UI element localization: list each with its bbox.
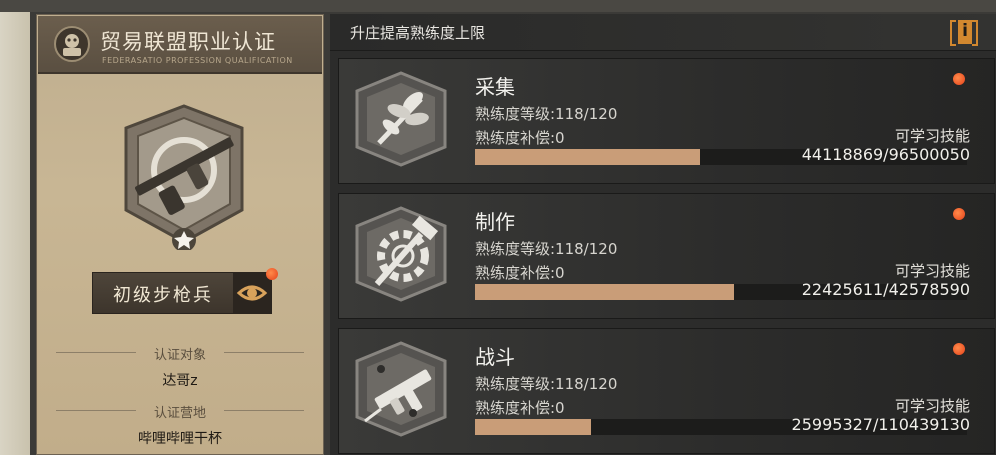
skill-name: 制作 <box>475 210 515 234</box>
learnable-skill-link[interactable]: 可学习技能 <box>895 260 970 281</box>
gear-hammer-icon <box>355 206 447 302</box>
skills-header: 升庄提高熟练度上限 i <box>330 14 996 51</box>
progress-text: 22425611/42578590 <box>801 280 970 299</box>
certification-header: 贸易联盟职业认证 FEDERASATIO PROFESSION QUALIFIC… <box>38 16 322 74</box>
skill-compensation: 熟练度补偿:0 <box>475 264 565 282</box>
info-button[interactable]: i <box>950 18 980 46</box>
camp-label: 认证营地 <box>153 406 206 421</box>
skills-panel: 升庄提高熟练度上限 i 采集 熟练度等级:118/120 熟练度补偿:0 可学习… <box>330 14 996 455</box>
camp-value: 哔哩哔哩干杯 <box>138 431 222 447</box>
submachine-gun-icon <box>355 341 447 437</box>
progress-text: 25995327/110439130 <box>791 415 970 434</box>
notification-dot <box>953 73 965 85</box>
notification-dot <box>266 268 278 280</box>
target-label: 认证对象 <box>153 348 206 363</box>
federation-logo-icon <box>54 26 90 62</box>
certification-subtitle: FEDERASATIO PROFESSION QUALIFICATION <box>102 56 293 65</box>
view-button[interactable] <box>233 273 271 313</box>
background-top <box>0 0 996 12</box>
bracket-left <box>950 20 956 46</box>
skill-compensation: 熟练度补偿:0 <box>475 399 565 417</box>
skill-card-crafting[interactable]: 制作 熟练度等级:118/120 熟练度补偿:0 可学习技能 22425611/… <box>338 193 995 319</box>
leaf-bundle-icon <box>355 71 447 167</box>
background-left <box>0 0 30 455</box>
eye-icon <box>236 285 268 301</box>
learnable-skill-link[interactable]: 可学习技能 <box>895 395 970 416</box>
target-value: 达哥z <box>162 373 198 389</box>
progress-fill <box>475 419 591 435</box>
rank-badge: 初级步枪兵 <box>92 272 272 314</box>
skill-card-combat[interactable]: 战斗 熟练度等级:118/120 熟练度补偿:0 可学习技能 25995327/… <box>338 328 995 454</box>
skill-compensation: 熟练度补偿:0 <box>475 129 565 147</box>
learnable-skill-link[interactable]: 可学习技能 <box>895 125 970 146</box>
skill-name: 战斗 <box>475 345 515 369</box>
rank-label: 初级步枪兵 <box>113 285 213 306</box>
skill-card-gathering[interactable]: 采集 熟练度等级:118/120 熟练度补偿:0 可学习技能 44118869/… <box>338 58 995 184</box>
certification-panel: 贸易联盟职业认证 FEDERASATIO PROFESSION QUALIFIC… <box>36 14 324 455</box>
skill-level: 熟练度等级:118/120 <box>475 105 618 123</box>
notification-dot <box>953 343 965 355</box>
rifle-emblem-icon <box>124 104 244 250</box>
info-icon: i <box>958 20 972 44</box>
notification-dot <box>953 208 965 220</box>
progress-text: 44118869/96500050 <box>801 145 970 164</box>
skills-title: 升庄提高熟练度上限 <box>350 24 486 42</box>
progress-fill <box>475 149 700 165</box>
certification-title: 贸易联盟职业认证 <box>100 30 276 54</box>
skill-level: 熟练度等级:118/120 <box>475 375 618 393</box>
skill-level: 熟练度等级:118/120 <box>475 240 618 258</box>
progress-fill <box>475 284 735 300</box>
bracket-right <box>972 20 978 46</box>
skill-name: 采集 <box>475 75 515 99</box>
